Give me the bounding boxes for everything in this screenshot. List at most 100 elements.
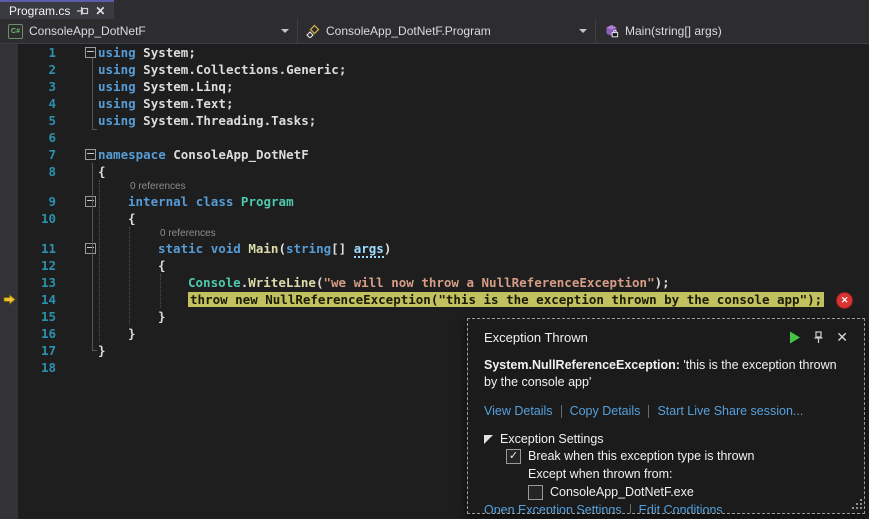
code-text[interactable]: static void Main(string[] args) [98, 240, 869, 257]
member-dropdown[interactable]: Main(string[] args) [596, 19, 869, 43]
line-number: 15 [18, 308, 56, 325]
code-token: using [98, 62, 136, 77]
edit-conditions-link[interactable]: Edit Conditions [639, 503, 723, 514]
exception-settings-expander[interactable]: Exception Settings [484, 431, 848, 447]
indent-guide [129, 227, 130, 325]
close-popup-icon[interactable]: ✕ [836, 329, 848, 346]
code-text[interactable]: using System.Text; [98, 95, 869, 112]
fold-toggle-icon[interactable] [85, 196, 96, 207]
separator [648, 405, 649, 418]
code-text[interactable] [98, 129, 869, 146]
code-token: System.Threading.Tasks; [136, 113, 317, 128]
code-token: ( [278, 241, 286, 256]
codelens-row: 0 references [0, 180, 869, 193]
fold-toggle-icon[interactable] [85, 47, 96, 58]
breakpoint-margin[interactable] [0, 240, 18, 257]
line-number: 3 [18, 78, 56, 95]
break-checkbox-label: Break when this exception type is thrown [528, 449, 755, 463]
code-text[interactable]: internal class Program [98, 193, 869, 210]
breakpoint-margin[interactable] [0, 274, 18, 291]
code-text[interactable]: Console.WriteLine("we will now throw a N… [98, 274, 869, 291]
breakpoint-margin[interactable] [0, 146, 18, 163]
code-token: Main [248, 241, 278, 256]
break-checkbox[interactable]: ✓ Break when this exception type is thro… [506, 447, 848, 465]
code-text[interactable]: using System; [98, 44, 869, 61]
line-number: 11 [18, 240, 56, 257]
breakpoint-margin[interactable] [0, 210, 18, 227]
breakpoint-margin[interactable] [0, 163, 18, 180]
code-text[interactable]: { [98, 163, 869, 180]
exception-thrown-popup: Exception Thrown ✕ System.NullReferenceE… [467, 318, 865, 514]
pin-popup-icon[interactable] [813, 331, 824, 344]
code-text[interactable]: namespace ConsoleApp_DotNetF [98, 146, 869, 163]
code-token: System.Collections.Generic; [136, 62, 347, 77]
code-token: class [196, 194, 234, 209]
breakpoint-margin[interactable] [0, 44, 18, 61]
line-number: 1 [18, 44, 56, 61]
code-line: 9internal class Program [0, 193, 869, 210]
line-number: 6 [18, 129, 56, 146]
line-number: 2 [18, 61, 56, 78]
code-text[interactable]: using System.Collections.Generic; [98, 61, 869, 78]
codelens-row: 0 references [0, 227, 869, 240]
expander-triangle-icon [484, 435, 493, 444]
breakpoint-margin[interactable] [0, 325, 18, 342]
breakpoint-margin[interactable] [0, 61, 18, 78]
csharp-project-icon: C# [8, 24, 23, 39]
code-line: 1 using System; [0, 44, 869, 61]
breakpoint-margin[interactable] [0, 180, 18, 193]
code-text[interactable]: { [98, 210, 869, 227]
fold-toggle-icon[interactable] [85, 243, 96, 254]
live-share-link[interactable]: Start Live Share session... [657, 404, 803, 418]
method-private-icon [604, 24, 619, 38]
breakpoint-margin[interactable] [0, 129, 18, 146]
close-tab-icon[interactable]: ✕ [95, 4, 105, 18]
breakpoint-margin[interactable] [0, 359, 18, 376]
outline-line [92, 58, 93, 129]
view-details-link[interactable]: View Details [484, 404, 553, 418]
codelens-references[interactable]: 0 references [98, 180, 869, 193]
separator [630, 504, 631, 515]
code-line: 3 using System.Linq; [0, 78, 869, 95]
breakpoint-margin[interactable] [0, 193, 18, 210]
breakpoint-margin[interactable] [0, 78, 18, 95]
code-line: 10{ [0, 210, 869, 227]
breakpoint-margin[interactable] [0, 342, 18, 359]
line-number: 5 [18, 112, 56, 129]
code-text[interactable]: throw new NullReferenceException("this i… [98, 291, 869, 308]
breakpoint-margin[interactable] [0, 95, 18, 112]
exception-highlighted-statement[interactable]: throw new NullReferenceException("this i… [188, 292, 824, 307]
code-token: { [98, 164, 106, 179]
checkbox-unchecked-icon[interactable] [528, 485, 543, 500]
line-number: 8 [18, 163, 56, 180]
tab-program-cs[interactable]: Program.cs ✕ [0, 0, 114, 19]
continue-play-icon[interactable] [789, 331, 801, 344]
exception-error-icon[interactable]: ✕ [836, 292, 853, 309]
pin-icon[interactable] [77, 5, 89, 16]
code-line: 8{ [0, 163, 869, 180]
breakpoint-margin[interactable] [0, 257, 18, 274]
resize-grip[interactable] [850, 499, 862, 511]
fold-toggle-icon[interactable] [85, 149, 96, 160]
chevron-down-icon [281, 29, 289, 33]
copy-details-link[interactable]: Copy Details [570, 404, 641, 418]
outline-margin [56, 359, 98, 376]
breakpoint-margin[interactable] [0, 227, 18, 240]
code-token: Program [241, 194, 294, 209]
code-text[interactable]: using System.Threading.Tasks; [98, 112, 869, 129]
project-dropdown[interactable]: C# ConsoleApp_DotNetF [0, 19, 298, 43]
line-number: 17 [18, 342, 56, 359]
breakpoint-margin[interactable] [0, 291, 18, 308]
breakpoint-margin[interactable] [0, 112, 18, 129]
code-text[interactable]: using System.Linq; [98, 78, 869, 95]
checkbox-checked-icon[interactable]: ✓ [506, 449, 521, 464]
codelens-references[interactable]: 0 references [98, 227, 869, 240]
code-line: 2 using System.Collections.Generic; [0, 61, 869, 78]
type-dropdown[interactable]: ConsoleApp_DotNetF.Program [298, 19, 596, 43]
code-text[interactable]: { [98, 257, 869, 274]
code-token: using [98, 96, 136, 111]
open-exception-settings-link[interactable]: Open Exception Settings [484, 503, 622, 514]
outline-elbow [92, 129, 97, 130]
breakpoint-margin[interactable] [0, 308, 18, 325]
module-checkbox[interactable]: ConsoleApp_DotNetF.exe [528, 483, 848, 501]
